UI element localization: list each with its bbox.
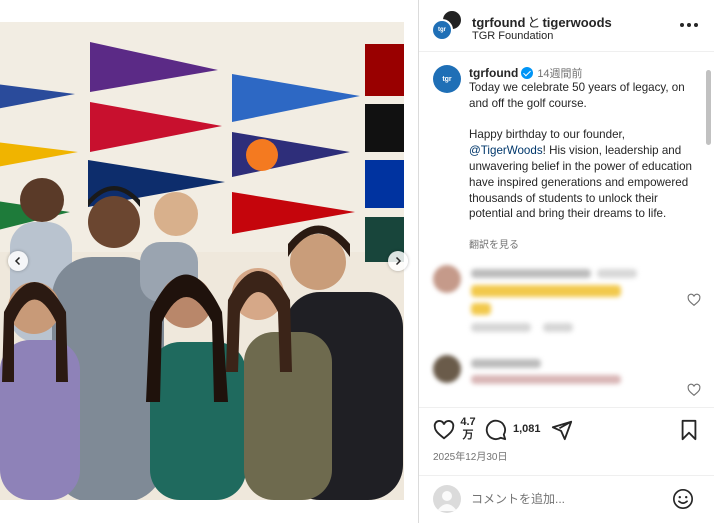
post-sidebar: tgr tgrfound と tigerwoods TGR Foundation t… — [418, 0, 714, 523]
blurred-text — [597, 269, 637, 278]
caption-text: Today we celebrate 50 years of legacy, o… — [469, 80, 701, 238]
blurred-text — [471, 359, 541, 368]
comments-scroll-area[interactable]: tgr tgrfound 14週間前 Today we celebrate 50 … — [419, 53, 714, 405]
header-subtitle: TGR Foundation — [472, 30, 554, 42]
post-header: tgr tgrfound と tigerwoods TGR Foundation — [419, 0, 714, 52]
group-photo-illustration — [0, 22, 404, 500]
blurred-emoji — [471, 285, 621, 297]
caption-text-segment: Happy birthday to our founder, — [469, 128, 625, 142]
heart-icon[interactable] — [687, 293, 701, 307]
collab-avatars[interactable]: tgr — [431, 9, 465, 43]
blurred-text — [471, 323, 531, 332]
post-media-panel — [0, 0, 418, 523]
blurred-text — [471, 375, 621, 384]
scrollbar-thumb[interactable] — [706, 70, 711, 145]
list-item — [433, 265, 703, 345]
post-date[interactable]: 2025年12月30日 — [433, 448, 508, 463]
bookmark-icon[interactable] — [678, 419, 700, 441]
chevron-right-icon — [395, 256, 402, 266]
ellipsis-dot — [694, 23, 698, 27]
heart-icon[interactable] — [433, 419, 455, 441]
avatar — [433, 485, 461, 513]
comments-scrollbar[interactable] — [705, 60, 712, 400]
blurred-text — [543, 323, 573, 332]
list-item — [433, 355, 703, 405]
avatar[interactable]: tgr — [433, 65, 461, 93]
avatar[interactable] — [433, 355, 461, 383]
conjunction-text: と — [527, 15, 541, 30]
like-count-value[interactable]: 4.7万 — [459, 416, 477, 442]
previous-image-button[interactable] — [8, 251, 28, 271]
post-photo[interactable] — [0, 22, 404, 500]
username-link[interactable]: tigerwoods — [542, 15, 611, 30]
more-options-button[interactable] — [677, 16, 701, 34]
like-count[interactable]: 4.7万 — [459, 416, 477, 442]
smiley-icon[interactable] — [672, 488, 694, 510]
post-time-ago[interactable]: 14週間前 — [537, 68, 582, 80]
next-image-button[interactable] — [388, 251, 408, 271]
chevron-left-icon — [14, 256, 21, 266]
username-link[interactable]: tgrfound — [472, 15, 525, 30]
paper-plane-icon[interactable] — [551, 419, 573, 441]
speech-bubble-icon[interactable] — [485, 419, 507, 441]
tgr-logo-icon: tgr — [438, 27, 446, 33]
default-user-icon — [437, 491, 457, 511]
see-translation-link[interactable]: 翻訳を見る — [469, 236, 519, 251]
username-link[interactable]: tgrfound — [469, 66, 518, 80]
add-comment-bar — [419, 475, 714, 523]
ellipsis-dot — [687, 23, 691, 27]
collab-usernames: tgrfound と tigerwoods — [472, 12, 612, 31]
caption-header: tgrfound 14週間前 — [469, 65, 583, 81]
caption-paragraph: Happy birthday to our founder, @TigerWoo… — [469, 127, 701, 222]
comment-count[interactable]: 1,081 — [513, 423, 541, 435]
avatar[interactable] — [433, 265, 461, 293]
post-actions-bar: 4.7万 1,081 2025年12月30日 — [419, 407, 714, 475]
verified-badge-icon — [521, 67, 534, 79]
avatar: tgr — [431, 19, 453, 41]
tgr-logo-icon: tgr — [442, 75, 452, 83]
blurred-emoji — [471, 303, 491, 315]
heart-icon[interactable] — [687, 383, 701, 397]
comment-input[interactable] — [471, 490, 671, 508]
mention-link[interactable]: @TigerWoods — [469, 144, 543, 157]
caption-paragraph: Today we celebrate 50 years of legacy, o… — [469, 81, 685, 110]
blurred-text — [471, 269, 591, 278]
ellipsis-icon — [680, 23, 684, 27]
